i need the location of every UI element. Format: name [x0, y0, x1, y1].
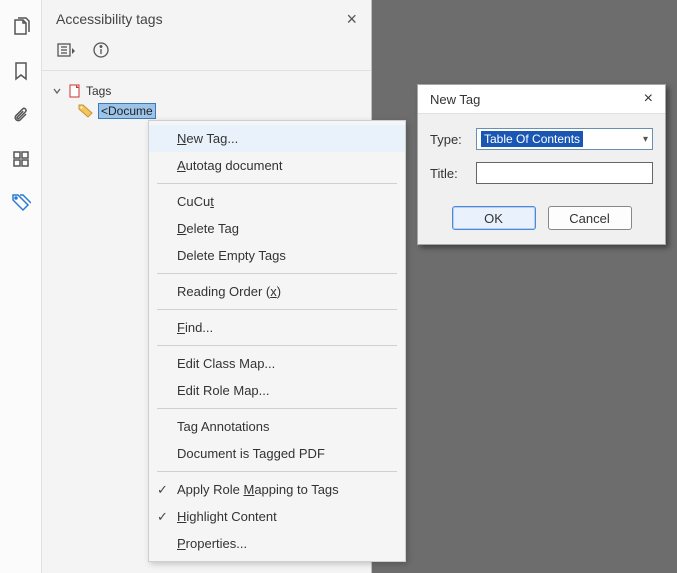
- menu-separator: [157, 309, 397, 310]
- tree-root-label: Tags: [86, 84, 111, 98]
- type-select[interactable]: Table Of Contents ▾: [476, 128, 653, 150]
- menu-document-is-tagged-pdf[interactable]: Document is Tagged PDF: [149, 440, 405, 467]
- menu-cut[interactable]: CuCut: [149, 188, 405, 215]
- panel-title: Accessibility tags: [56, 11, 163, 27]
- menu-apply-role-mapping[interactable]: ✓ Apply Role Mapping to Tags: [149, 476, 405, 503]
- menu-find[interactable]: Find...: [149, 314, 405, 341]
- cancel-button[interactable]: Cancel: [548, 206, 632, 230]
- check-icon: ✓: [157, 482, 168, 498]
- ok-button[interactable]: OK: [452, 206, 536, 230]
- type-select-value: Table Of Contents: [481, 131, 583, 147]
- menu-delete-empty-tags[interactable]: Delete Empty Tags: [149, 242, 405, 269]
- panel-close-button[interactable]: ×: [346, 10, 357, 28]
- menu-delete-tag[interactable]: Delete Tag: [149, 215, 405, 242]
- tree-document-row[interactable]: <Docume: [52, 101, 361, 121]
- pdf-icon: [68, 84, 82, 98]
- dialog-close-button[interactable]: ×: [640, 91, 657, 107]
- menu-properties[interactable]: Properties...: [149, 530, 405, 557]
- dialog-body: Type: Table Of Contents ▾ Title:: [418, 114, 665, 200]
- title-input[interactable]: [476, 162, 653, 184]
- menu-separator: [157, 183, 397, 184]
- bookmark-icon[interactable]: [10, 60, 32, 82]
- tags-icon[interactable]: [10, 192, 32, 214]
- tree-document-label: <Docume: [98, 103, 156, 119]
- panel-menu-button[interactable]: [56, 40, 78, 60]
- dialog-title: New Tag: [430, 92, 480, 107]
- order-icon[interactable]: [10, 148, 32, 170]
- tag-icon: [78, 104, 94, 118]
- pages-icon[interactable]: [10, 16, 32, 38]
- menu-autotag-document[interactable]: Autotag document: [149, 152, 405, 179]
- type-label: Type:: [430, 132, 466, 147]
- info-button[interactable]: [90, 40, 112, 60]
- chevron-down-icon: ▾: [643, 134, 648, 145]
- new-tag-dialog: New Tag × Type: Table Of Contents ▾ Titl…: [417, 84, 666, 245]
- attachment-icon[interactable]: [10, 104, 32, 126]
- chevron-down-icon[interactable]: [52, 85, 64, 97]
- menu-tag-annotations[interactable]: Tag Annotations: [149, 413, 405, 440]
- menu-new-tag[interactable]: New Tag...: [149, 125, 405, 152]
- tree-root-row[interactable]: Tags: [52, 81, 361, 101]
- menu-edit-role-map[interactable]: Edit Role Map...: [149, 377, 405, 404]
- menu-reading-order[interactable]: Reading Order (x): [149, 278, 405, 305]
- left-rail: [0, 0, 42, 573]
- menu-separator: [157, 471, 397, 472]
- title-label: Title:: [430, 166, 466, 181]
- dialog-buttons: OK Cancel: [418, 200, 665, 244]
- panel-toolbar: [42, 34, 371, 71]
- dialog-header: New Tag ×: [418, 85, 665, 114]
- panel-header: Accessibility tags ×: [42, 0, 371, 34]
- check-icon: ✓: [157, 509, 168, 525]
- menu-separator: [157, 408, 397, 409]
- menu-highlight-content[interactable]: ✓ Highlight Content: [149, 503, 405, 530]
- menu-separator: [157, 273, 397, 274]
- context-menu: New Tag... Autotag document CuCut Delete…: [148, 120, 406, 562]
- menu-edit-class-map[interactable]: Edit Class Map...: [149, 350, 405, 377]
- menu-separator: [157, 345, 397, 346]
